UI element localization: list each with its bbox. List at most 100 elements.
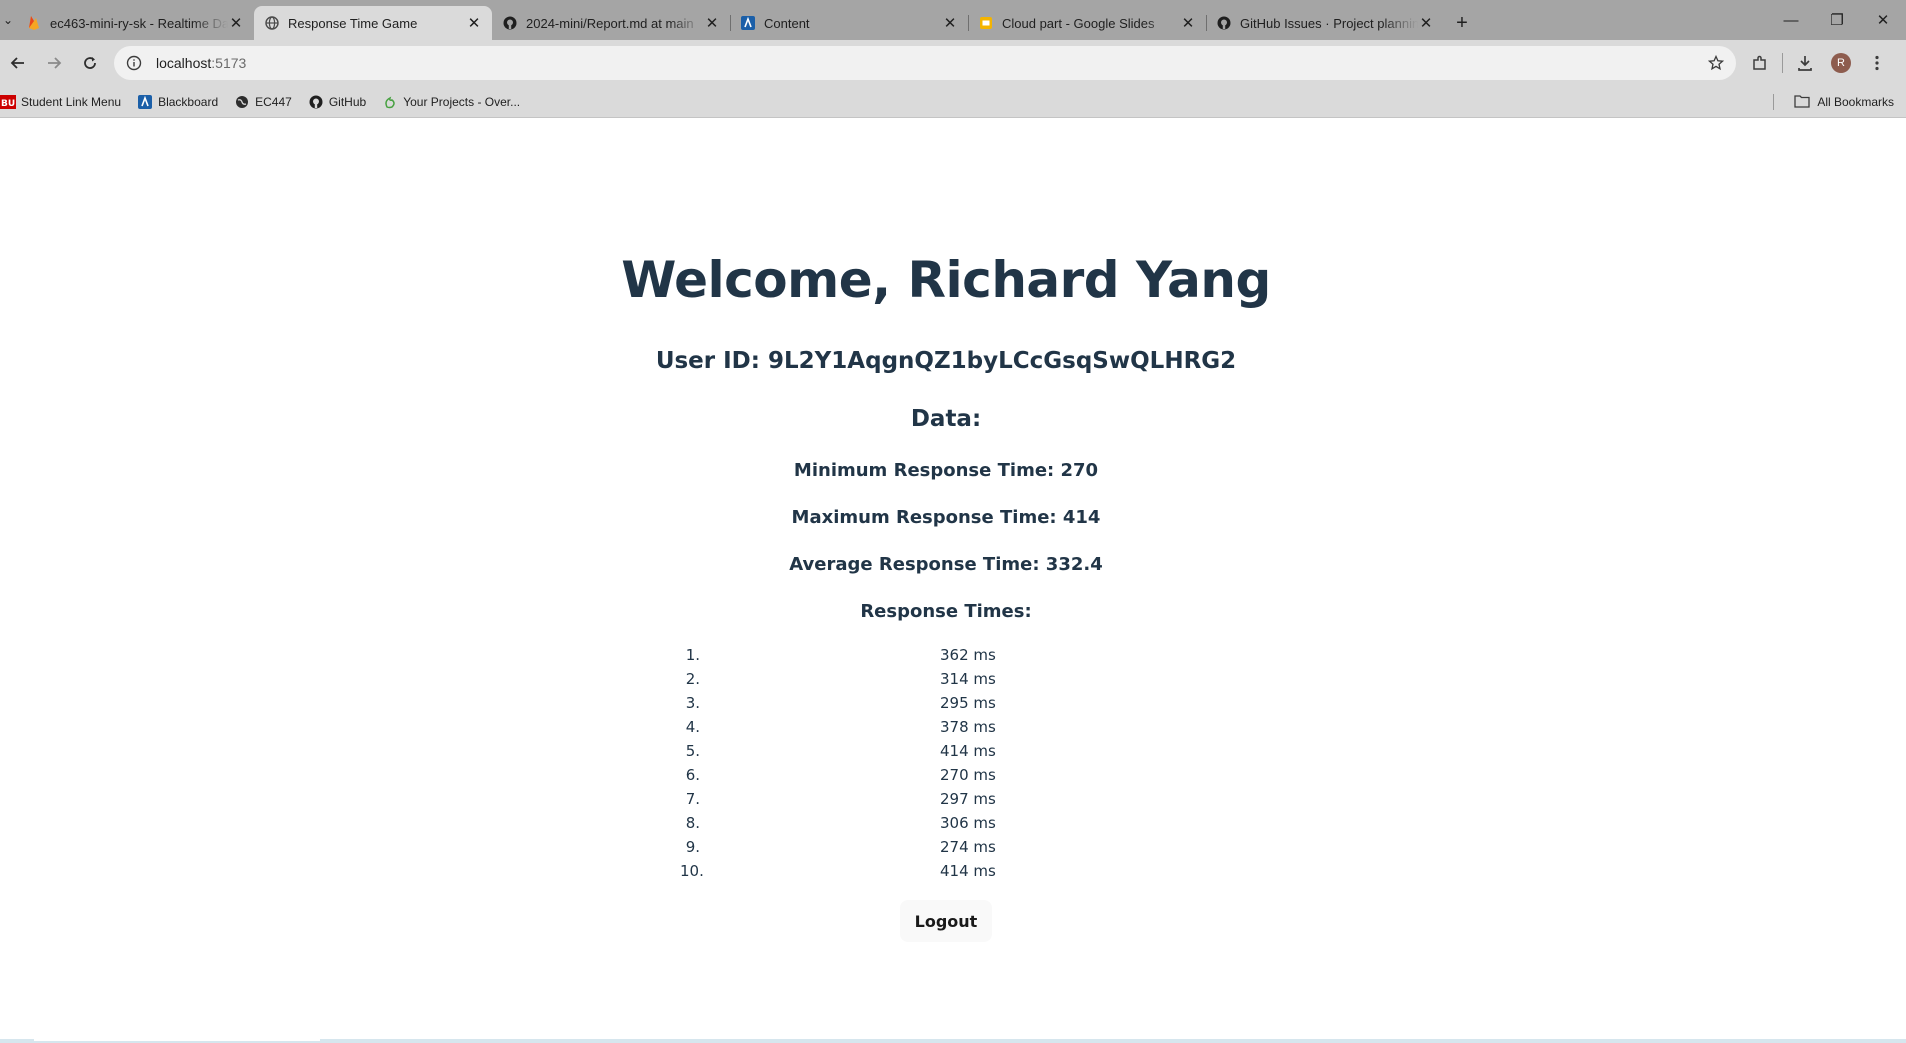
- item-value: 270 ms: [940, 766, 996, 784]
- tab-title: GitHub Issues · Project planning: [1240, 15, 1418, 31]
- bookmark-label: Blackboard: [158, 94, 219, 109]
- item-value: 378 ms: [940, 718, 996, 736]
- close-icon[interactable]: ✕: [1418, 15, 1434, 32]
- new-tab-button[interactable]: +: [1448, 6, 1476, 40]
- list-item: 5. 414 ms: [680, 739, 1030, 763]
- item-number: 4.: [685, 718, 700, 736]
- bookmark-ec447[interactable]: EC447: [234, 88, 300, 116]
- tab-title: Cloud part - Google Slides: [1002, 15, 1155, 31]
- bookmark-label: EC447: [255, 94, 292, 109]
- blackboard-icon: [740, 15, 756, 31]
- tab-strip: ⌄ ec463-mini-ry-sk - Realtime Da ✕ Respo…: [0, 0, 1906, 40]
- list-item: 8. 306 ms: [680, 811, 1030, 835]
- site-info-icon[interactable]: [124, 53, 144, 73]
- item-number: 8.: [685, 814, 700, 832]
- github-icon: [1216, 15, 1232, 31]
- list-item: 6. 270 ms: [680, 763, 1030, 787]
- item-number: 2.: [685, 670, 700, 688]
- response-times-list: 1. 362 ms 2. 314 ms 3. 295 ms 4. 378 ms 5. 41…: [680, 643, 1030, 883]
- page-content: Welcome, Richard Yang User ID: 9L2Y1Aqgn…: [0, 119, 1906, 1039]
- folder-icon: [1794, 94, 1810, 111]
- extensions-icon[interactable]: [1742, 45, 1778, 81]
- toolbar-actions: R: [1742, 45, 1895, 81]
- slides-icon: [978, 15, 994, 31]
- user-id-heading: User ID: 9L2Y1AqgnQZ1byLCcGsqSwQLHRG2: [655, 348, 1237, 374]
- toolbar-divider: [1782, 53, 1783, 73]
- min-response-time: Minimum Response Time: 270: [793, 460, 1099, 481]
- all-bookmarks-label: All Bookmarks: [1817, 95, 1894, 109]
- url-port: :5173: [211, 55, 247, 71]
- bookmark-label: Student Link Menu: [21, 94, 122, 109]
- list-item: 9. 274 ms: [680, 835, 1030, 859]
- tab-2[interactable]: 2024-mini/Report.md at main ✕: [492, 6, 730, 40]
- item-value: 274 ms: [940, 838, 996, 856]
- item-number: 6.: [685, 766, 700, 784]
- close-icon[interactable]: ✕: [1180, 15, 1196, 32]
- download-icon[interactable]: [1787, 45, 1823, 81]
- bookmark-star-icon[interactable]: [1704, 51, 1728, 75]
- item-value: 314 ms: [940, 670, 996, 688]
- firebase-icon: [26, 15, 42, 31]
- close-icon[interactable]: ✕: [704, 15, 720, 32]
- tab-search-icon[interactable]: ⌄: [0, 0, 16, 40]
- close-window-icon[interactable]: ✕: [1860, 0, 1906, 40]
- reload-button[interactable]: [72, 45, 108, 81]
- list-item: 10. 414 ms: [680, 859, 1030, 883]
- tab-1[interactable]: Response Time Game ✕: [254, 6, 492, 40]
- tab-3[interactable]: Content ✕: [730, 6, 968, 40]
- blackboard-icon: [137, 94, 153, 110]
- address-bar[interactable]: localhost:5173: [114, 46, 1736, 80]
- all-bookmarks-button[interactable]: All Bookmarks: [1794, 88, 1894, 116]
- item-value: 362 ms: [940, 646, 996, 664]
- url-text: localhost:5173: [156, 55, 1704, 71]
- item-number: 7.: [685, 790, 700, 808]
- bu-icon: BU: [0, 94, 16, 110]
- github-icon: [308, 94, 324, 110]
- item-number: 9.: [685, 838, 700, 856]
- tab-title: ec463-mini-ry-sk - Realtime Da: [50, 15, 228, 31]
- bookmarks-divider: [1773, 94, 1774, 110]
- list-item: 2. 314 ms: [680, 667, 1030, 691]
- overleaf-icon: [382, 94, 398, 110]
- item-value: 414 ms: [940, 742, 996, 760]
- browser-toolbar: localhost:5173 R: [0, 40, 1906, 86]
- forward-button[interactable]: [36, 45, 72, 81]
- minimize-icon[interactable]: —: [1768, 0, 1814, 40]
- restore-icon[interactable]: ❐: [1814, 0, 1860, 40]
- list-item: 7. 297 ms: [680, 787, 1030, 811]
- tab-5[interactable]: GitHub Issues · Project planning ✕: [1206, 6, 1444, 40]
- bookmark-label: Your Projects - Over...: [403, 94, 521, 109]
- tab-0[interactable]: ec463-mini-ry-sk - Realtime Da ✕: [16, 6, 254, 40]
- bookmark-blackboard[interactable]: Blackboard: [137, 88, 226, 116]
- response-times-heading: Response Times:: [860, 601, 1032, 622]
- logout-button[interactable]: Logout: [900, 900, 992, 942]
- item-number: 10.: [680, 862, 704, 880]
- profile-button[interactable]: R: [1823, 45, 1859, 81]
- bookmark-student-link-menu[interactable]: BU Student Link Menu: [0, 88, 129, 116]
- bottom-edge-segment: [34, 1039, 320, 1041]
- back-button[interactable]: [0, 45, 36, 81]
- welcome-heading: Welcome, Richard Yang: [621, 251, 1271, 309]
- item-value: 295 ms: [940, 694, 996, 712]
- max-response-time: Maximum Response Time: 414: [791, 507, 1101, 528]
- list-item: 1. 362 ms: [680, 643, 1030, 667]
- item-value: 414 ms: [940, 862, 996, 880]
- more-menu-icon[interactable]: [1859, 45, 1895, 81]
- tab-title: Content: [764, 15, 810, 31]
- tab-title: Response Time Game: [288, 15, 418, 31]
- bookmark-overleaf[interactable]: Your Projects - Over...: [382, 88, 528, 116]
- globe-icon: [234, 94, 250, 110]
- close-icon[interactable]: ✕: [228, 15, 244, 32]
- bookmarks-bar: BU Student Link Menu Blackboard EC447 Gi…: [0, 86, 1906, 118]
- bottom-edge: [0, 1039, 1906, 1043]
- tab-4[interactable]: Cloud part - Google Slides ✕: [968, 6, 1206, 40]
- close-icon[interactable]: ✕: [942, 15, 958, 32]
- close-icon[interactable]: ✕: [466, 15, 482, 32]
- bookmark-label: GitHub: [328, 94, 367, 109]
- github-icon: [502, 15, 518, 31]
- avatar: R: [1831, 53, 1851, 73]
- tab-title: 2024-mini/Report.md at main: [526, 15, 694, 31]
- list-item: 3. 295 ms: [680, 691, 1030, 715]
- bookmark-github[interactable]: GitHub: [308, 88, 374, 116]
- item-number: 5.: [685, 742, 700, 760]
